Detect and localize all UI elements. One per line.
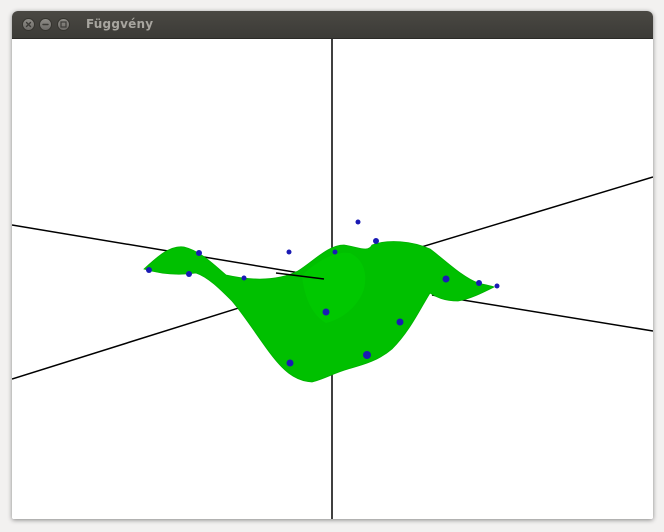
data-point bbox=[286, 249, 292, 255]
data-point bbox=[396, 318, 404, 326]
data-point bbox=[146, 267, 152, 273]
window-title: Függvény bbox=[86, 17, 154, 31]
data-point bbox=[355, 219, 361, 225]
close-icon bbox=[25, 21, 32, 28]
title-bar[interactable]: Függvény bbox=[12, 11, 653, 39]
data-point bbox=[286, 359, 294, 367]
data-point bbox=[186, 271, 192, 277]
gl-canvas[interactable] bbox=[12, 39, 653, 519]
data-point bbox=[196, 250, 202, 256]
data-point bbox=[476, 280, 482, 286]
maximize-button[interactable] bbox=[57, 18, 70, 31]
plot-3d bbox=[12, 39, 653, 519]
app-window: Függvény bbox=[12, 11, 653, 519]
minimize-icon bbox=[42, 23, 49, 26]
axis-right-front bbox=[431, 294, 653, 332]
data-point bbox=[373, 238, 379, 244]
data-point bbox=[363, 351, 371, 359]
data-point bbox=[241, 275, 247, 281]
data-point bbox=[322, 308, 330, 316]
data-point bbox=[332, 249, 338, 255]
minimize-button[interactable] bbox=[39, 18, 52, 31]
maximize-icon bbox=[60, 21, 67, 28]
data-point bbox=[442, 275, 450, 283]
close-button[interactable] bbox=[22, 18, 35, 31]
data-point bbox=[494, 283, 500, 289]
